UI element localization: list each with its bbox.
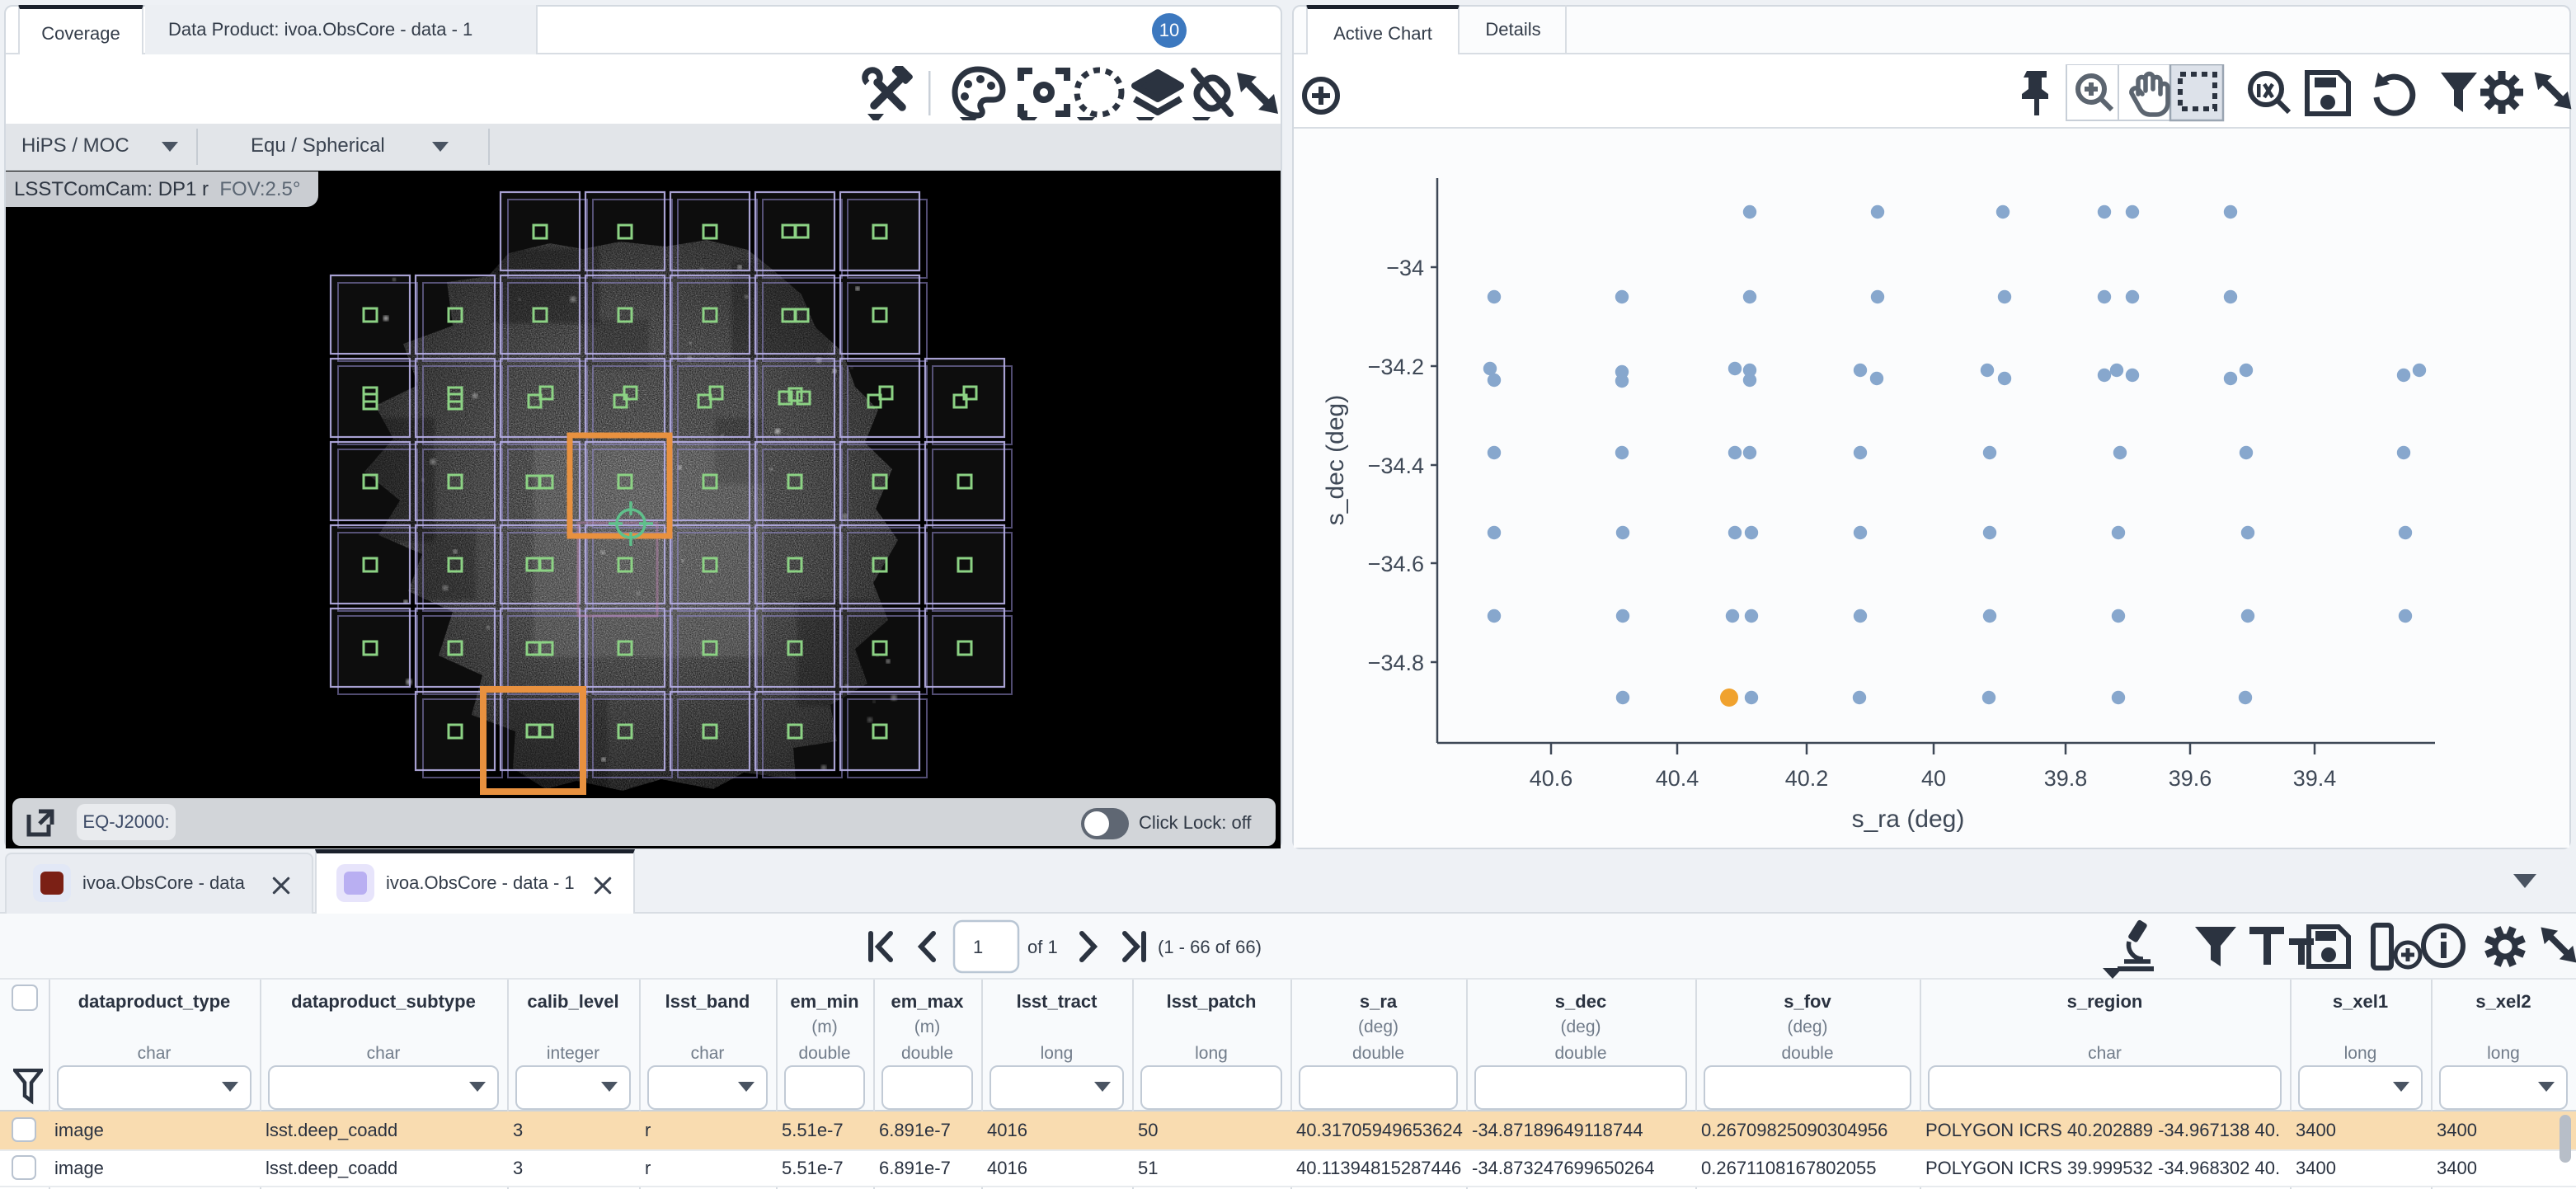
svg-text:−34.8: −34.8 bbox=[1368, 651, 1424, 675]
svg-text:39.8: 39.8 bbox=[2044, 766, 2088, 791]
svg-text:−34: −34 bbox=[1386, 256, 1424, 280]
svg-text:s_ra (deg): s_ra (deg) bbox=[1852, 806, 1965, 833]
svg-text:s_dec (deg): s_dec (deg) bbox=[1322, 395, 1349, 525]
svg-text:39.6: 39.6 bbox=[2169, 766, 2212, 791]
svg-text:40: 40 bbox=[1921, 766, 1946, 791]
svg-text:−34.2: −34.2 bbox=[1368, 355, 1424, 379]
svg-text:1: 1 bbox=[973, 937, 983, 957]
svg-text:−34.4: −34.4 bbox=[1368, 454, 1424, 478]
svg-text:−34.6: −34.6 bbox=[1368, 552, 1424, 576]
svg-text:40.2: 40.2 bbox=[1785, 766, 1829, 791]
svg-text:40.4: 40.4 bbox=[1656, 766, 1699, 791]
svg-text:(1 - 66 of 66): (1 - 66 of 66) bbox=[1158, 937, 1262, 957]
svg-text:of 1: of 1 bbox=[1027, 937, 1058, 957]
svg-text:40.6: 40.6 bbox=[1530, 766, 1573, 791]
svg-text:39.4: 39.4 bbox=[2293, 766, 2337, 791]
